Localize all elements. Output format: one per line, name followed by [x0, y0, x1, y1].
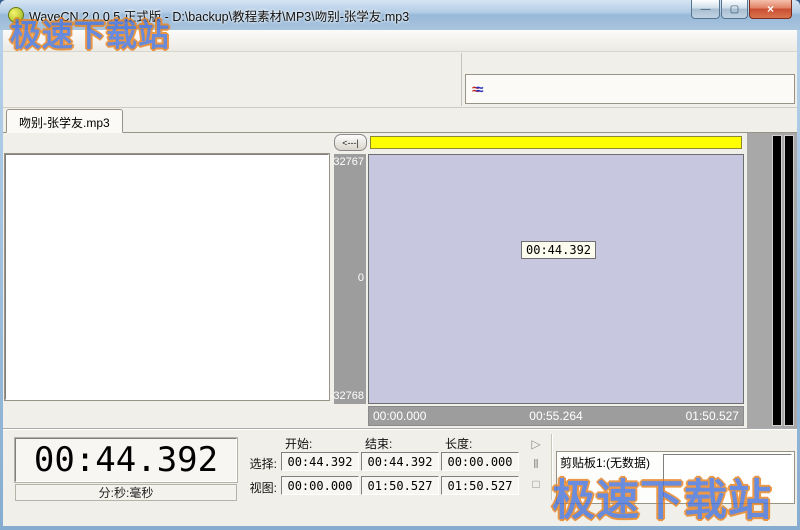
selection-length-field[interactable]: 00:00.000 — [441, 452, 519, 471]
amplitude-scale: 32767 0 -32768 — [334, 154, 366, 404]
file-tab[interactable]: 吻别-张学友.mp3 — [6, 109, 123, 133]
left-panel-toolbar — [5, 400, 329, 428]
view-length-field[interactable]: 01:50.527 — [441, 476, 519, 495]
transport-panel: 00:44.392 分:秒:毫秒 开始: 结束: 长度: 选择: 00:44.3… — [3, 428, 797, 506]
toolbar-zone: ≈≈ — [3, 52, 797, 108]
format-convert-icon[interactable]: ≈≈ — [472, 84, 483, 94]
app-icon — [8, 7, 24, 23]
selection-row-label: 选择: — [237, 455, 277, 472]
app-window: WaveCN 2.0.0.5 正式版 - D:\backup\教程素材\MP3\… — [0, 0, 800, 530]
clipboard-panel: 剪贴板1:(无数据) — [556, 432, 795, 505]
client-area: ≈≈ 吻别-张学友.mp3 <---| 32767 — [3, 30, 797, 526]
waveform-display[interactable]: 00:44.392 — [368, 154, 744, 404]
mini-play-button[interactable]: ▷ — [527, 436, 545, 452]
left-panel — [5, 133, 329, 428]
cursor-time-tooltip: 00:44.392 — [521, 241, 596, 259]
selection-start-field[interactable]: 00:44.392 — [281, 452, 359, 471]
start-header: 开始: — [285, 435, 312, 452]
status-bar — [3, 506, 797, 526]
selection-overview-bar[interactable] — [370, 136, 742, 149]
end-header: 结束: — [365, 435, 392, 452]
meter-bar-left — [772, 135, 782, 426]
timeline-middle: 00:55.264 — [529, 409, 582, 423]
view-row-label: 视图: — [237, 479, 277, 496]
clipboard-preview-box — [663, 454, 792, 501]
mini-transport: ▷ Ⅱ □ — [527, 436, 545, 492]
view-start-field[interactable]: 00:00.000 — [281, 476, 359, 495]
meter-bar-right — [784, 135, 794, 426]
clipboard-tab-strip — [556, 432, 795, 452]
title-bar[interactable]: WaveCN 2.0.0.5 正式版 - D:\backup\教程素材\MP3\… — [0, 0, 800, 30]
common-files-list[interactable] — [5, 154, 329, 400]
close-button[interactable]: × — [749, 0, 792, 19]
effect-tab-content: ≈≈ — [465, 74, 795, 104]
view-end-field[interactable]: 01:50.527 — [361, 476, 439, 495]
selection-end-field[interactable]: 00:44.392 — [361, 452, 439, 471]
waveform-panel: <---| 32767 0 -32768 00:44.392 00:00.0 — [332, 133, 745, 428]
time-unit-label: 分:秒:毫秒 — [15, 484, 237, 501]
timeline-start: 00:00.000 — [373, 409, 426, 423]
maximize-button[interactable]: ▢ — [721, 0, 748, 19]
left-tab-strip — [5, 133, 329, 155]
length-header: 长度: — [445, 435, 472, 452]
main-area: <---| 32767 0 -32768 00:44.392 00:00.0 — [3, 133, 797, 428]
clipboard-content: 剪贴板1:(无数据) — [556, 451, 795, 504]
bottom-divider — [551, 434, 552, 500]
mini-stop-button[interactable]: □ — [527, 476, 545, 492]
clipboard-status: 剪贴板1:(无数据) — [560, 454, 650, 471]
waveform-canvas[interactable] — [369, 155, 743, 403]
window-title: WaveCN 2.0.0.5 正式版 - D:\backup\教程素材\MP3\… — [29, 6, 409, 25]
effect-tab-strip — [465, 53, 795, 75]
timeline-ruler[interactable]: 00:00.000 00:55.264 01:50.527 — [368, 406, 744, 426]
meter-db-scale — [747, 133, 771, 428]
mini-pause-button[interactable]: Ⅱ — [527, 456, 545, 472]
scroll-back-button[interactable]: <---| — [334, 134, 367, 151]
current-time-display: 00:44.392 — [15, 438, 237, 482]
effect-panel: ≈≈ — [461, 53, 795, 106]
file-tab-bar: 吻别-张学友.mp3 — [3, 108, 797, 133]
timeline-end: 01:50.527 — [686, 409, 739, 423]
level-meter — [747, 133, 797, 428]
minimize-button[interactable]: — — [691, 0, 720, 19]
menu-bar — [3, 30, 797, 52]
